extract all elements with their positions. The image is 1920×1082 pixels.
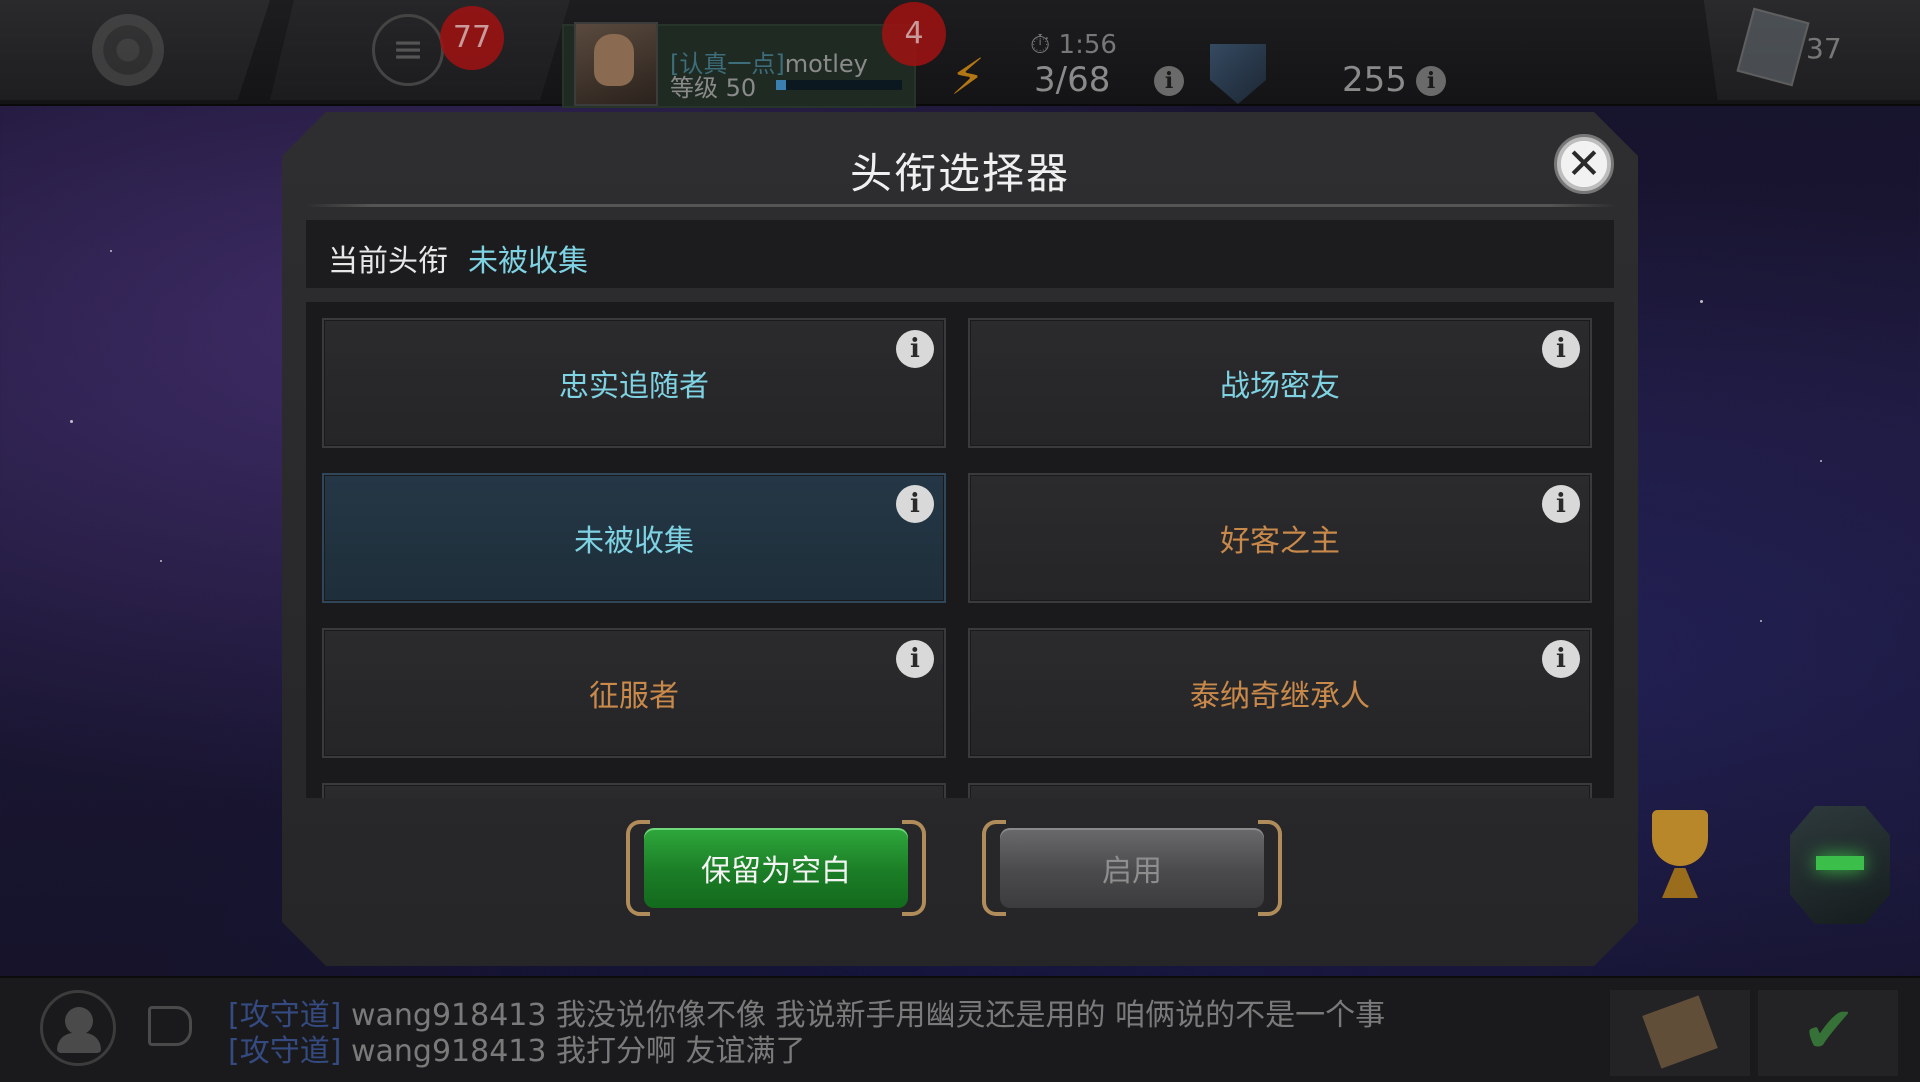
title-card-label: 好客之主 — [1220, 524, 1340, 559]
title-card[interactable]: 忠实追随者 i — [322, 318, 946, 448]
title-list[interactable]: 忠实追随者 i 战场密友 i 未被收集 i 好客之主 i 征服者 i 泰纳奇继承人 i — [306, 302, 1614, 798]
button-bracket — [1258, 820, 1282, 916]
title-card-partial[interactable] — [322, 783, 946, 798]
energy-count: 3/68 — [1034, 60, 1111, 100]
people-icon[interactable] — [40, 990, 116, 1066]
crystal-icon[interactable] — [1790, 806, 1890, 924]
top-bar: ≡ 77 [认真一点]motley 等级 50 4 ⚡ ⏱ 1:56 3/68 … — [0, 0, 1920, 108]
info-icon[interactable]: i — [1542, 330, 1580, 368]
modal-title: 头衔选择器 — [849, 149, 1070, 198]
trophy-base — [1662, 868, 1698, 898]
chat-text: 我打分啊 友谊满了 — [556, 1034, 806, 1069]
quests-button[interactable] — [1610, 990, 1750, 1076]
title-selector-modal: 头衔选择器 ✕ 当前头衔 未被收集 忠实追随者 i 战场密友 i 未被收集 i 好客之主 i 征… — [282, 112, 1638, 966]
currency-count: 255 — [1342, 60, 1407, 100]
info-icon[interactable]: i — [1542, 640, 1580, 678]
title-card[interactable]: 战场密友 i — [968, 318, 1592, 448]
keep-blank-button-label: 保留为空白 — [644, 828, 908, 908]
title-card-label: 战场密友 — [1220, 369, 1340, 404]
title-card[interactable]: 泰纳奇继承人 i — [968, 628, 1592, 758]
lightning-icon: ⚡ — [950, 48, 986, 106]
xp-bar-fill — [776, 80, 787, 90]
info-icon[interactable]: i — [896, 485, 934, 523]
chat-user: wang918413 — [350, 1034, 547, 1069]
notification-badge: 77 — [440, 6, 504, 70]
info-icon[interactable]: i — [1542, 485, 1580, 523]
checkmark-icon: ✔ — [1802, 994, 1856, 1068]
clipboard-icon — [1642, 995, 1718, 1069]
title-card[interactable]: 未被收集 i — [322, 473, 946, 603]
enable-button[interactable]: 启用 — [982, 820, 1282, 916]
title-card[interactable]: 好客之主 i — [968, 473, 1592, 603]
button-bracket — [902, 820, 926, 916]
keep-blank-button[interactable]: 保留为空白 — [626, 820, 926, 916]
title-card-label: 征服者 — [589, 679, 679, 714]
title-card-label: 泰纳奇继承人 — [1190, 679, 1370, 714]
info-icon[interactable]: i — [896, 330, 934, 368]
crystal-glow — [1816, 856, 1864, 870]
energy-timer-value: 1:56 — [1058, 30, 1117, 60]
avatar-face — [594, 34, 634, 86]
profile-level: 等级 50 — [670, 74, 757, 102]
close-button[interactable]: ✕ — [1554, 134, 1614, 194]
profile-username: motley — [784, 50, 868, 78]
info-icon[interactable]: i — [896, 640, 934, 678]
title-card[interactable]: 征服者 i — [322, 628, 946, 758]
energy-info-icon[interactable]: i — [1154, 66, 1184, 96]
alliance-badge: 4 — [882, 2, 946, 66]
title-card-label: 忠实追随者 — [559, 369, 709, 404]
avatar[interactable] — [574, 22, 658, 106]
shield-icon — [1210, 44, 1266, 104]
xp-bar — [776, 80, 902, 90]
title-card-label: 未被收集 — [574, 524, 694, 559]
current-title-label: 当前头衔 — [328, 244, 448, 279]
current-title-value: 未被收集 — [468, 244, 588, 279]
cards-count: 37 — [1806, 32, 1842, 65]
star — [160, 560, 162, 562]
gear-icon[interactable] — [92, 14, 164, 86]
star — [1820, 460, 1822, 462]
star — [1700, 300, 1703, 303]
title-divider — [306, 204, 1616, 207]
star — [110, 250, 112, 252]
star — [70, 420, 73, 423]
trophy-icon[interactable] — [1640, 810, 1720, 900]
chat-channel: [攻守道] — [228, 1034, 342, 1069]
chat-message: [攻守道] wang918413 我打分啊 友谊满了 — [228, 1026, 806, 1070]
trophy-cup — [1652, 810, 1708, 866]
energy-timer: ⏱ 1:56 — [1030, 30, 1117, 60]
megaphone-icon[interactable] — [148, 1006, 192, 1046]
title-card-partial[interactable] — [968, 783, 1592, 798]
confirm-button[interactable]: ✔ — [1758, 990, 1898, 1076]
star — [1760, 620, 1762, 622]
enable-button-label: 启用 — [1000, 828, 1264, 908]
cards-slot[interactable] — [1703, 0, 1920, 100]
menu-icon[interactable]: ≡ — [372, 14, 444, 86]
current-title-bar: 当前头衔 未被收集 — [306, 220, 1614, 288]
currency-info-icon[interactable]: i — [1416, 66, 1446, 96]
